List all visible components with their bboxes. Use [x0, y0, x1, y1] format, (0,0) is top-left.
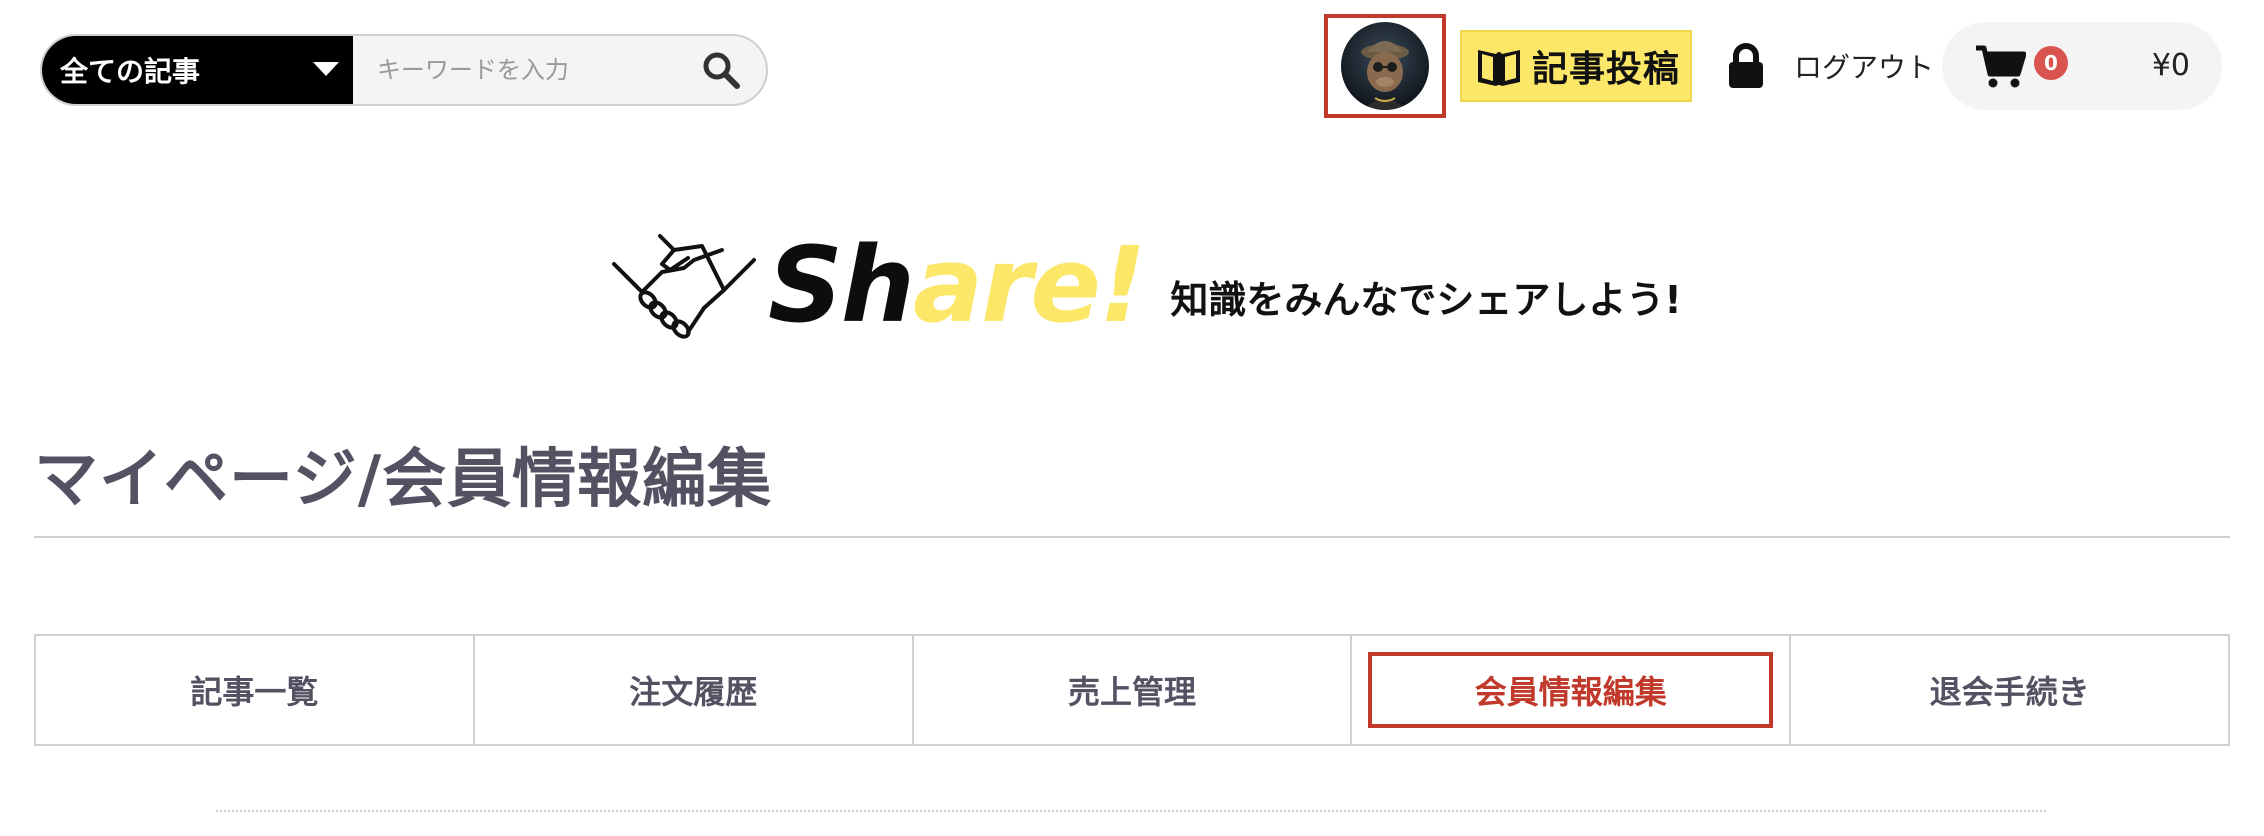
tab-articles[interactable]: 記事一覧 [36, 636, 475, 744]
post-article-button[interactable]: 記事投稿 [1460, 30, 1692, 102]
brand-tagline: 知識をみんなでシェアしよう! [1170, 277, 1682, 322]
tab-label: 売上管理 [1067, 673, 1196, 711]
cart-icon [1976, 45, 2026, 88]
search-icon [703, 52, 741, 89]
cart-count-badge: 0 [2034, 46, 2068, 80]
brand-wordmark-light: are! [912, 224, 1146, 346]
brand-wordmark: Share! [768, 233, 1146, 337]
brand-wordmark-dark: Sh [768, 224, 915, 346]
logout-label: ログアウト [1794, 51, 1935, 84]
mypage-tabs: 記事一覧 注文履歴 売上管理 会員情報編集 退会手続き [34, 634, 2230, 746]
handshake-icon [612, 234, 756, 339]
content-divider [216, 810, 2046, 812]
tab-label: 注文履歴 [629, 673, 758, 711]
logout-link[interactable]: ログアウト [1726, 40, 1934, 92]
tab-edit-profile[interactable]: 会員情報編集 [1352, 636, 1792, 744]
tab-label: 退会手続き [1929, 673, 2090, 711]
tab-withdraw[interactable]: 退会手続き [1791, 636, 2228, 744]
tab-label: 会員情報編集 [1474, 673, 1667, 711]
cart-total: ¥0 [2151, 48, 2190, 83]
lock-icon [1729, 43, 1763, 88]
cart-button[interactable]: 0 ¥0 [1942, 22, 2222, 110]
page-title: マイページ/会員情報編集 [34, 443, 773, 517]
category-select-label: 全ての記事 [60, 55, 201, 88]
chevron-down-icon [312, 62, 339, 76]
avatar [1341, 22, 1429, 110]
site-logo[interactable]: Share! 知識をみんなでシェアしよう! [612, 220, 1682, 350]
search-button[interactable] [677, 36, 766, 104]
avatar-button[interactable] [1324, 14, 1446, 118]
post-article-label: 記事投稿 [1532, 49, 1681, 90]
tab-order-history[interactable]: 注文履歴 [475, 636, 914, 744]
search-input[interactable] [352, 36, 677, 104]
category-select[interactable]: 全ての記事 [42, 36, 353, 104]
tab-sales[interactable]: 売上管理 [914, 636, 1353, 744]
search-bar: 全ての記事 [40, 34, 768, 106]
tab-label: 記事一覧 [190, 673, 319, 711]
book-icon [1478, 50, 1520, 86]
title-divider [34, 536, 2230, 538]
